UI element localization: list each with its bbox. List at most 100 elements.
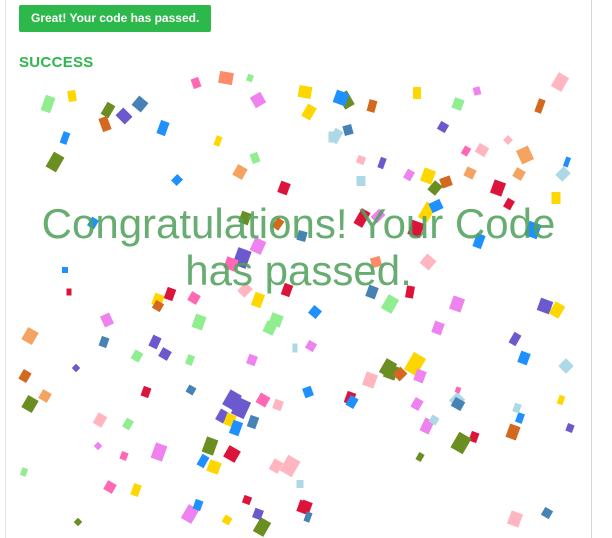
confetti-piece [21,326,39,346]
confetti-piece [249,91,267,109]
scrollbar-track[interactable] [591,0,612,538]
confetti-piece [550,72,570,92]
confetti-piece [148,334,162,350]
confetti-piece [463,166,477,180]
confetti-piece [292,343,298,353]
confetti-piece [410,396,424,412]
confetti-piece [508,331,522,347]
confetti-piece [512,402,522,414]
confetti-piece [232,164,248,180]
confetti-piece [556,394,566,406]
confetti-piece [92,412,108,428]
confetti-piece [436,120,450,134]
confetti-piece [377,156,387,170]
confetti-piece [38,389,52,403]
confetti-piece [185,354,195,366]
confetti-piece [130,349,144,363]
confetti-piece [185,384,197,396]
confetti-piece [503,135,513,145]
confetti-piece [190,76,202,90]
confetti-piece [304,339,318,353]
confetti-piece [468,430,480,444]
confetti-piece [18,368,32,384]
confetti-piece [158,347,172,361]
confetti-piece [380,294,400,314]
confetti-piece [40,94,56,114]
confetti-piece [21,394,39,414]
confetti-piece [221,514,233,526]
confetti-piece [302,385,314,399]
confetti-piece [99,312,115,328]
confetti-piece [415,452,425,462]
confetti-piece [45,151,65,173]
confetti-piece [342,124,354,136]
confetti-piece [296,480,304,488]
confetti-piece [272,398,284,412]
confetti-piece [505,423,521,441]
confetti-piece [361,371,379,389]
confetti-piece [59,131,71,145]
confetti-piece [328,131,336,143]
confetti-piece [297,84,313,100]
confetti-piece [206,459,222,475]
confetti-piece [19,467,29,477]
confetti-piece [307,304,323,320]
confetti-piece [246,353,258,367]
confetti-piece [150,442,168,462]
confetti-piece [565,423,575,433]
confetti-piece [252,517,272,537]
confetti-piece [213,135,223,147]
confetti-piece [474,142,490,158]
confetti-piece [170,173,184,187]
confetti-piece [555,166,571,182]
confetti-piece [540,506,554,520]
confetti-piece [131,95,149,113]
confetti-piece [558,358,574,374]
confetti-piece [515,145,535,165]
confetti-piece [246,414,260,430]
confetti-piece [140,385,152,399]
confetti-piece [196,453,210,469]
confetti-piece [403,168,415,182]
confetti-piece [448,295,466,313]
confetti-piece [534,98,546,114]
confetti-piece [512,167,526,181]
confetti-piece [506,510,524,528]
confetti-piece [562,156,572,168]
confetti-piece [268,458,284,474]
confetti-piece [115,107,133,125]
confetti-piece [366,99,378,113]
confetti-piece [98,115,112,133]
confetti-piece [451,97,465,111]
confetti-piece [191,313,207,331]
confetti-piece [122,417,134,431]
confetti-piece [73,517,83,527]
confetti-piece [103,480,117,494]
confetti-piece [515,412,525,424]
confetti-piece [249,151,261,165]
confetti-piece [460,145,472,157]
confetti-piece [301,103,317,121]
confetti-piece [223,445,241,463]
confetti-piece [241,494,253,506]
confetti-piece [119,451,129,461]
confetti-piece [355,154,367,166]
confetti-piece [277,180,291,196]
confetti-piece [450,431,472,455]
confetti-piece [413,87,421,99]
confetti-piece [255,392,271,408]
confetti-piece [218,70,234,86]
confetti-piece [454,386,462,394]
confetti-piece [356,176,366,186]
confetti-piece [489,179,507,197]
confetti-piece [156,119,170,137]
confetti-piece [93,441,103,451]
confetti-piece [201,436,219,456]
confetti-piece [67,89,77,103]
confetti-piece [250,291,266,309]
congratulations-message: Congratulations! Your Code has passed. [41,200,556,294]
confetti-piece [245,73,255,83]
confetti-piece [98,335,110,349]
confetti-piece [130,482,142,498]
confetti-piece [71,363,81,373]
